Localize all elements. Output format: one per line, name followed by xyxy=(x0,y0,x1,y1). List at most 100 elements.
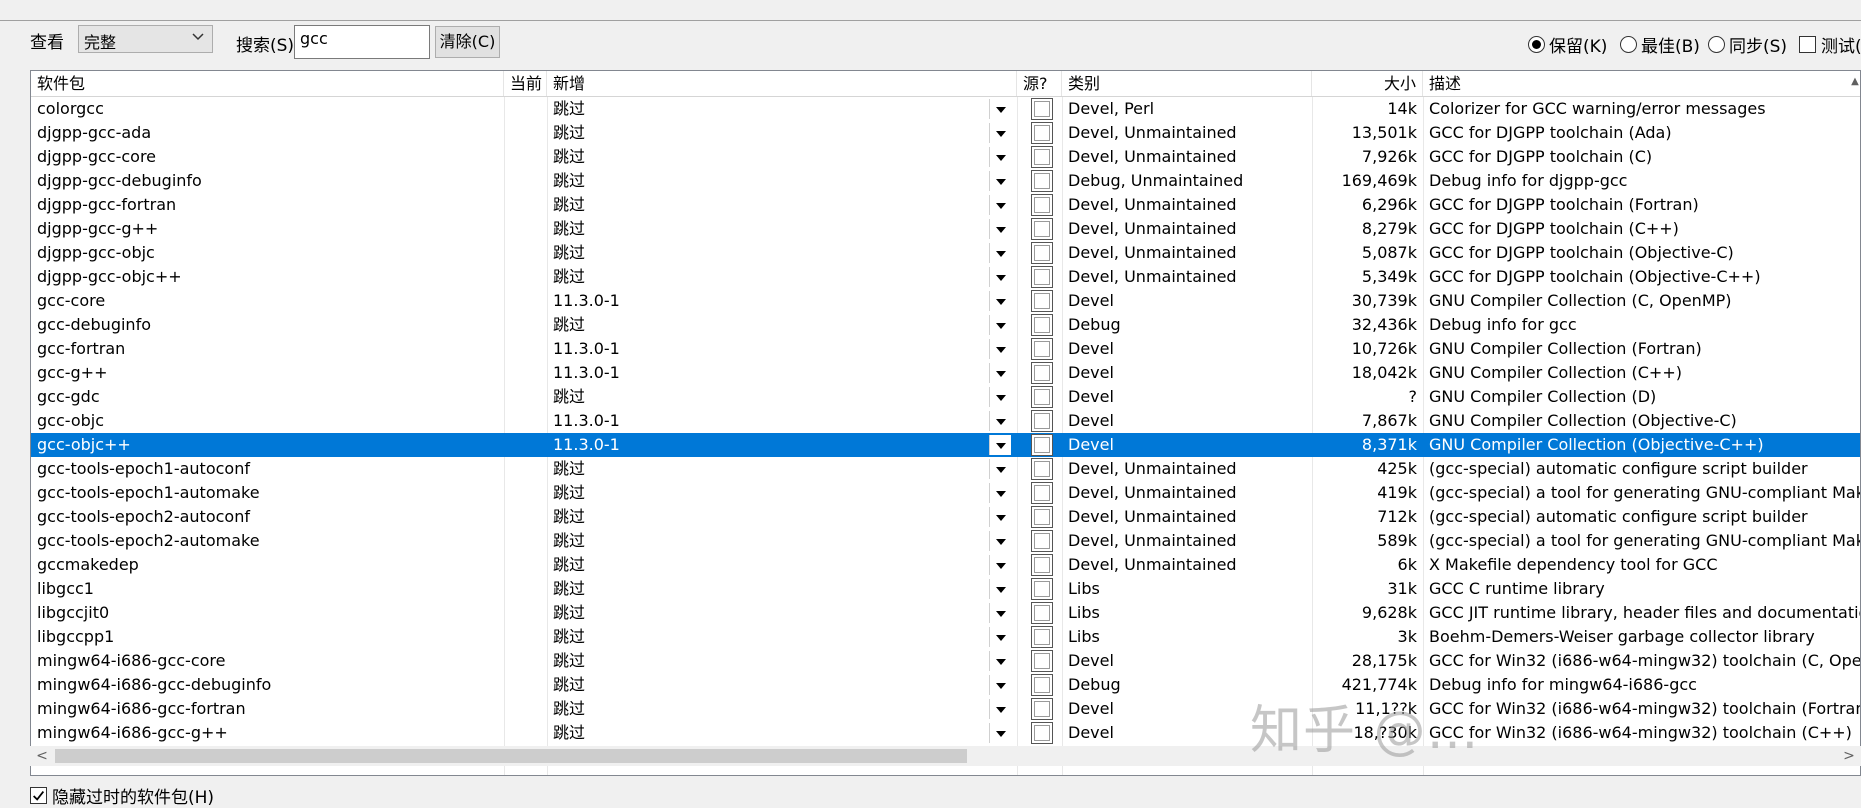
chevron-down-icon[interactable] xyxy=(989,267,1011,287)
chevron-down-icon[interactable] xyxy=(989,483,1011,503)
chevron-down-icon[interactable] xyxy=(989,555,1011,575)
cell-new[interactable]: 跳过 xyxy=(547,481,987,505)
search-input[interactable]: gcc xyxy=(294,25,430,59)
chevron-down-icon[interactable] xyxy=(989,315,1011,335)
radio-sync[interactable]: 同步(S) xyxy=(1708,32,1787,57)
source-checkbox[interactable] xyxy=(1031,362,1053,384)
chevron-down-icon[interactable] xyxy=(989,99,1011,119)
source-checkbox[interactable] xyxy=(1031,482,1053,504)
cell-new[interactable]: 跳过 xyxy=(547,505,987,529)
chevron-down-icon[interactable] xyxy=(989,195,1011,215)
table-row[interactable]: djgpp-gcc-fortran 跳过 Devel, Unmaintained 6,… xyxy=(31,193,1860,217)
table-row[interactable]: djgpp-gcc-ada 跳过 Devel, Unmaintained 13,501… xyxy=(31,121,1860,145)
scroll-right-icon[interactable]: > xyxy=(1839,746,1859,766)
chevron-down-icon[interactable] xyxy=(989,603,1011,623)
chevron-down-icon[interactable] xyxy=(989,435,1011,455)
chevron-down-icon[interactable] xyxy=(989,507,1011,527)
cell-new[interactable]: 跳过 xyxy=(547,97,987,121)
cell-new[interactable]: 11.3.0-1 xyxy=(547,433,987,457)
cell-new[interactable]: 跳过 xyxy=(547,625,987,649)
test-checkbox[interactable]: 测试( xyxy=(1799,32,1861,57)
clear-button[interactable]: 清除(C) xyxy=(435,26,500,58)
chevron-down-icon[interactable] xyxy=(989,387,1011,407)
table-row[interactable]: libgccpp1 跳过 Libs 3k Boehm-Demers-Weiser gar… xyxy=(31,625,1860,649)
table-row[interactable]: mingw64-i686-gcc-debuginfo 跳过 Debug 421,774… xyxy=(31,673,1860,697)
cell-new[interactable]: 跳过 xyxy=(547,553,987,577)
table-row[interactable]: djgpp-gcc-debuginfo 跳过 Debug, Unmaintained… xyxy=(31,169,1860,193)
source-checkbox[interactable] xyxy=(1031,722,1053,744)
chevron-down-icon[interactable] xyxy=(989,123,1011,143)
cell-new[interactable]: 跳过 xyxy=(547,313,987,337)
source-checkbox[interactable] xyxy=(1031,578,1053,600)
table-row[interactable]: djgpp-gcc-objc 跳过 Devel, Unmaintained 5,087… xyxy=(31,241,1860,265)
cell-new[interactable]: 跳过 xyxy=(547,601,987,625)
source-checkbox[interactable] xyxy=(1031,338,1053,360)
chevron-down-icon[interactable] xyxy=(989,579,1011,599)
chevron-down-icon[interactable] xyxy=(989,171,1011,191)
chevron-down-icon[interactable] xyxy=(989,147,1011,167)
source-checkbox[interactable] xyxy=(1031,458,1053,480)
table-row[interactable]: gcc-gdc 跳过 Devel? GNU Compiler Collection (… xyxy=(31,385,1860,409)
scrollbar-thumb[interactable] xyxy=(55,749,967,763)
source-checkbox[interactable] xyxy=(1031,146,1053,168)
source-checkbox[interactable] xyxy=(1031,218,1053,240)
horizontal-scrollbar[interactable]: < > xyxy=(30,746,1861,766)
view-select[interactable]: 完整 xyxy=(78,25,213,53)
cell-new[interactable]: 跳过 xyxy=(547,385,987,409)
chevron-down-icon[interactable] xyxy=(989,699,1011,719)
package-table[interactable]: 软件包 当前 新增 源? 类别 大小 描述 colorgcc 跳过 Devel, P… xyxy=(30,70,1861,776)
cell-new[interactable]: 11.3.0-1 xyxy=(547,409,987,433)
table-row[interactable]: mingw64-i686-gcc-core 跳过 Devel 28,175k GCC f… xyxy=(31,649,1860,673)
source-checkbox[interactable] xyxy=(1031,386,1053,408)
table-row[interactable]: gcc-objc++ 11.3.0-1 Devel 8,371k GNU Compile… xyxy=(31,433,1860,457)
cell-new[interactable]: 跳过 xyxy=(547,265,987,289)
cell-new[interactable]: 跳过 xyxy=(547,457,987,481)
table-row[interactable]: djgpp-gcc-core 跳过 Devel, Unmaintained 7,926… xyxy=(31,145,1860,169)
cell-new[interactable]: 跳过 xyxy=(547,721,987,745)
source-checkbox[interactable] xyxy=(1031,290,1053,312)
source-checkbox[interactable] xyxy=(1031,410,1053,432)
source-checkbox[interactable] xyxy=(1031,314,1053,336)
cell-new[interactable]: 跳过 xyxy=(547,121,987,145)
cell-new[interactable]: 跳过 xyxy=(547,529,987,553)
source-checkbox[interactable] xyxy=(1031,626,1053,648)
chevron-down-icon[interactable] xyxy=(989,411,1011,431)
table-row[interactable]: gcc-tools-epoch1-automake 跳过 Devel, Unmain… xyxy=(31,481,1860,505)
cell-new[interactable]: 跳过 xyxy=(547,649,987,673)
cell-new[interactable]: 跳过 xyxy=(547,217,987,241)
cell-new[interactable]: 11.3.0-1 xyxy=(547,337,987,361)
scroll-left-icon[interactable]: < xyxy=(32,746,52,766)
table-row[interactable]: gcc-tools-epoch2-autoconf 跳过 Devel, Unmain… xyxy=(31,505,1860,529)
table-row[interactable]: gcc-g++ 11.3.0-1 Devel 18,042k GNU Compiler … xyxy=(31,361,1860,385)
table-row[interactable]: mingw64-i686-gcc-g++ 跳过 Devel 18,?30k GCC fo… xyxy=(31,721,1860,745)
table-row[interactable]: mingw64-i686-gcc-fortran 跳过 Devel 11,1??k GC… xyxy=(31,697,1860,721)
col-desc[interactable]: 描述 xyxy=(1423,71,1860,96)
source-checkbox[interactable] xyxy=(1031,698,1053,720)
source-checkbox[interactable] xyxy=(1031,242,1053,264)
cell-new[interactable]: 11.3.0-1 xyxy=(547,289,987,313)
source-checkbox[interactable] xyxy=(1031,554,1053,576)
chevron-down-icon[interactable] xyxy=(989,651,1011,671)
radio-best[interactable]: 最佳(B) xyxy=(1620,32,1700,57)
cell-new[interactable]: 跳过 xyxy=(547,697,987,721)
scroll-up-icon[interactable]: ▲ xyxy=(1849,72,1861,92)
source-checkbox[interactable] xyxy=(1031,674,1053,696)
chevron-down-icon[interactable] xyxy=(989,459,1011,479)
chevron-down-icon[interactable] xyxy=(989,675,1011,695)
col-package[interactable]: 软件包 xyxy=(31,71,504,96)
cell-new[interactable]: 跳过 xyxy=(547,193,987,217)
table-row[interactable]: gcc-objc 11.3.0-1 Devel 7,867k GNU Compiler … xyxy=(31,409,1860,433)
chevron-down-icon[interactable] xyxy=(989,363,1011,383)
source-checkbox[interactable] xyxy=(1031,434,1053,456)
table-row[interactable]: gcc-core 11.3.0-1 Devel 30,739k GNU Compiler… xyxy=(31,289,1860,313)
chevron-down-icon[interactable] xyxy=(989,291,1011,311)
table-row[interactable]: colorgcc 跳过 Devel, Perl 14k Colorizer for GC… xyxy=(31,97,1860,121)
chevron-down-icon[interactable] xyxy=(989,339,1011,359)
table-row[interactable]: gcc-tools-epoch1-autoconf 跳过 Devel, Unmain… xyxy=(31,457,1860,481)
table-row[interactable]: libgccjit0 跳过 Libs 9,628k GCC JIT runtime li… xyxy=(31,601,1860,625)
cell-new[interactable]: 跳过 xyxy=(547,145,987,169)
cell-new[interactable]: 跳过 xyxy=(547,241,987,265)
source-checkbox[interactable] xyxy=(1031,98,1053,120)
source-checkbox[interactable] xyxy=(1031,266,1053,288)
chevron-down-icon[interactable] xyxy=(989,219,1011,239)
